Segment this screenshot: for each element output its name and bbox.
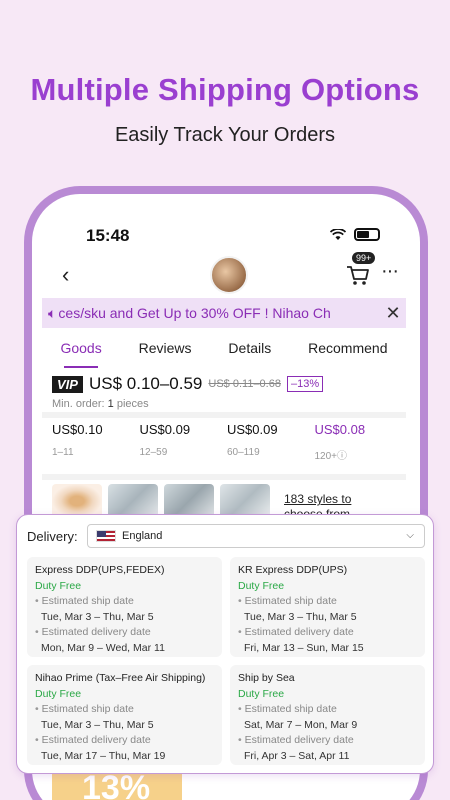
- battery-icon: [354, 228, 380, 241]
- tier-price: US$0.10: [52, 422, 103, 437]
- duty-status: Duty Free: [238, 687, 285, 700]
- us-flag-icon: [96, 530, 116, 542]
- tab-goods[interactable]: Goods: [60, 334, 102, 368]
- tab-recommend[interactable]: Recommend: [308, 334, 387, 368]
- promo-bar: 🔈︎ ces/sku and Get Up to 30% OFF ! Nihao…: [42, 298, 406, 328]
- delivery-date-value: Tue, Mar 17 – Thu, Mar 19: [41, 749, 166, 762]
- close-icon[interactable]: ✕: [380, 303, 406, 324]
- speaker-icon: 🔈︎: [48, 304, 57, 321]
- min-order-unit: pieces: [116, 398, 149, 410]
- delivery-date-label: Estimated delivery date: [244, 734, 354, 746]
- delivery-date-label: Estimated delivery date: [41, 734, 151, 746]
- tier-price: US$0.09: [139, 422, 191, 437]
- promo-text: ces/sku and Get Up to 30% OFF ! Nihao Ch: [58, 305, 331, 321]
- tier-qty: 12–59: [139, 447, 168, 458]
- vip-badge: VIP: [52, 375, 83, 393]
- style-thumbnail[interactable]: [108, 484, 158, 518]
- ship-date-label: Estimated ship date: [244, 703, 337, 715]
- tier-qty: 60–119: [227, 447, 260, 458]
- discount-badge: –13%: [286, 376, 324, 392]
- min-order-value: 1: [107, 398, 114, 410]
- headline: Multiple Shipping Options: [30, 72, 420, 107]
- shipping-name: Nihao Prime (Tax–Free Air Shipping): [35, 672, 206, 684]
- back-icon[interactable]: ‹: [62, 262, 69, 288]
- tab-reviews[interactable]: Reviews: [139, 334, 192, 368]
- status-icons: [330, 228, 380, 241]
- tier-qty: 120+ⓘ: [314, 451, 348, 462]
- price-range: US$ 0.10–0.59: [88, 374, 203, 393]
- delivery-date-label: Estimated delivery date: [41, 626, 151, 638]
- delivery-date-value: Fri, Mar 13 – Sun, Mar 15: [244, 641, 364, 654]
- nav-bar: ‹ 99+ ···: [32, 252, 420, 296]
- shipping-option[interactable]: Express DDP(UPS,FEDEX) Duty Free • Estim…: [27, 557, 222, 657]
- shipping-name: Express DDP(UPS,FEDEX): [35, 564, 165, 576]
- cart-icon[interactable]: [344, 260, 372, 288]
- chevron-down-icon: ⌵: [406, 530, 414, 541]
- duty-status: Duty Free: [35, 687, 82, 700]
- duty-status: Duty Free: [35, 579, 82, 592]
- delivery-date-value: Fri, Apr 3 – Sat, Apr 11: [244, 749, 350, 762]
- shipping-option[interactable]: KR Express DDP(UPS) Duty Free • Estimate…: [230, 557, 425, 657]
- status-bar: 15:48: [32, 226, 420, 250]
- wifi-icon: [330, 228, 346, 240]
- style-thumbnail[interactable]: [52, 484, 102, 518]
- price-tier: US$0.09 60–119: [227, 422, 315, 462]
- style-thumbnail[interactable]: [164, 484, 214, 518]
- old-price: US$ 0.11–0.68: [208, 378, 281, 390]
- ship-date-value: Tue, Mar 3 – Thu, Mar 5: [244, 610, 357, 623]
- divider: [42, 412, 406, 418]
- min-order: Min. order: 1 pieces: [52, 398, 149, 410]
- ship-date-value: Tue, Mar 3 – Thu, Mar 5: [41, 610, 154, 623]
- ship-date-label: Estimated ship date: [41, 595, 134, 607]
- min-order-label: Min. order:: [52, 398, 105, 410]
- duty-status: Duty Free: [238, 579, 285, 592]
- shipping-options: Express DDP(UPS,FEDEX) Duty Free • Estim…: [27, 557, 425, 765]
- status-time: 15:48: [86, 226, 130, 245]
- delivery-label: Delivery:: [27, 529, 78, 544]
- price-row: VIP US$ 0.10–0.59 US$ 0.11–0.68 –13%: [52, 374, 324, 394]
- country-select[interactable]: England ⌵: [87, 524, 425, 548]
- store-avatar[interactable]: [210, 256, 248, 294]
- price-tier: US$0.09 12–59: [140, 422, 228, 462]
- tier-qty: 1–11: [52, 447, 74, 458]
- tab-details[interactable]: Details: [228, 334, 271, 368]
- tier-price: US$0.08: [314, 422, 366, 437]
- divider: [42, 474, 406, 480]
- price-tier: US$0.10 1–11: [52, 422, 140, 462]
- ship-date-label: Estimated ship date: [41, 703, 134, 715]
- subline: Easily Track Your Orders: [114, 124, 336, 146]
- shipping-option[interactable]: Ship by Sea Duty Free • Estimated ship d…: [230, 665, 425, 765]
- shipping-name: Ship by Sea: [238, 672, 295, 684]
- ship-date-value: Sat, Mar 7 – Mon, Mar 9: [244, 718, 358, 731]
- delivery-date-label: Estimated delivery date: [244, 626, 354, 638]
- shipping-option[interactable]: Nihao Prime (Tax–Free Air Shipping) Duty…: [27, 665, 222, 765]
- tier-price: US$0.09: [227, 422, 278, 437]
- ship-date-label: Estimated ship date: [244, 595, 337, 607]
- style-thumbnail[interactable]: [220, 484, 270, 518]
- price-tiers: US$0.10 1–11 US$0.09 12–59 US$0.09 60–11…: [52, 422, 402, 462]
- more-icon[interactable]: ···: [381, 260, 399, 283]
- price-tier: US$0.08 120+ⓘ: [315, 422, 403, 462]
- ship-date-value: Tue, Mar 3 – Thu, Mar 5: [41, 718, 154, 731]
- style-thumbnails: [52, 484, 270, 518]
- cart-badge: 99+: [352, 252, 376, 264]
- shipping-name: KR Express DDP(UPS): [238, 564, 348, 576]
- tab-bar: Goods Reviews Details Recommend: [42, 334, 406, 368]
- country-value: England: [122, 530, 163, 542]
- delivery-date-value: Mon, Mar 9 – Wed, Mar 11: [41, 641, 165, 654]
- delivery-card: Delivery: England ⌵ Express DDP(UPS,FEDE…: [16, 514, 434, 774]
